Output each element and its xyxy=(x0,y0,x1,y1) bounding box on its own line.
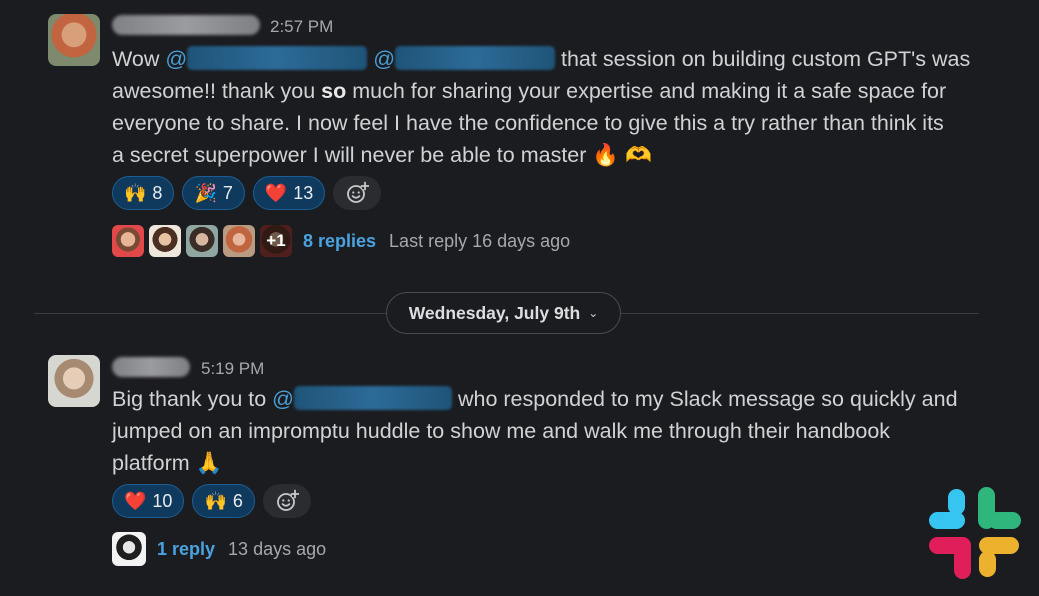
clapping-hands-icon: 🙌 xyxy=(204,491,227,511)
reaction-heart[interactable]: ❤️ 10 xyxy=(112,484,185,518)
reaction-count: 10 xyxy=(152,490,173,511)
reaction-heart[interactable]: ❤️ 13 xyxy=(252,176,326,210)
add-reaction-button[interactable] xyxy=(333,176,382,210)
thread-participant-avatar xyxy=(186,225,218,257)
replies-link[interactable]: 8 replies xyxy=(303,231,376,252)
reactions-bar: 🙌 8 🎉 7 ❤️ 13 xyxy=(112,176,382,210)
add-emoji-icon xyxy=(347,181,370,203)
message-timestamp[interactable]: 2:57 PM xyxy=(270,17,333,37)
thread-summary[interactable]: +1 8 replies Last reply 16 days ago xyxy=(112,225,570,257)
reaction-count: 7 xyxy=(222,182,233,203)
date-label: Wednesday, July 9th xyxy=(408,302,581,323)
folded-hands-emoji: 🙏 xyxy=(195,451,223,475)
author-avatar[interactable] xyxy=(48,355,100,407)
message-timestamp[interactable]: 5:19 PM xyxy=(201,359,264,379)
date-divider-line-left xyxy=(34,313,386,314)
message-text-line-4: a secret superpower I will never be able… xyxy=(112,143,652,167)
replies-link[interactable]: 1 reply xyxy=(157,539,215,560)
message-text-line-3: platform 🙏 xyxy=(112,451,223,475)
mention-2[interactable]: @ xyxy=(373,46,556,71)
message-text-line-3: everyone to share. I now feel I have the… xyxy=(112,111,944,135)
reaction-count: 8 xyxy=(152,182,163,203)
thread-participant-avatar xyxy=(112,225,144,257)
message-text-line-2: jumped on an impromptu huddle to show me… xyxy=(112,419,891,443)
date-divider-line-right xyxy=(621,313,979,314)
party-popper-icon: 🎉 xyxy=(194,183,217,203)
message-text-line-1: Wow @ @ that session on building custom … xyxy=(112,43,970,75)
thread-summary[interactable]: 1 reply 13 days ago xyxy=(112,532,326,566)
reaction-party-popper[interactable]: 🎉 7 xyxy=(182,176,245,210)
last-reply-time: Last reply 16 days ago xyxy=(389,230,571,251)
thread-participant-avatar xyxy=(112,532,146,566)
mention-1[interactable]: @ xyxy=(165,46,368,71)
clapping-hands-icon: 🙌 xyxy=(124,183,147,203)
reaction-clapping-hands[interactable]: 🙌 6 xyxy=(192,484,255,518)
reaction-count: 13 xyxy=(293,182,314,203)
reactions-bar: ❤️ 10 🙌 6 xyxy=(112,484,311,518)
add-reaction-button[interactable] xyxy=(262,484,311,518)
add-emoji-icon xyxy=(276,489,299,511)
last-reply-time: 13 days ago xyxy=(228,538,327,559)
slack-logo xyxy=(929,487,1021,579)
heart-icon: ❤️ xyxy=(264,183,288,203)
mention-1[interactable]: @ xyxy=(272,386,452,411)
mention-blurred xyxy=(395,46,556,70)
thread-participant-avatar xyxy=(149,225,181,257)
reaction-clapping-hands[interactable]: 🙌 8 xyxy=(112,176,175,210)
author-name-blurred[interactable] xyxy=(112,15,260,35)
date-divider-button[interactable]: Wednesday, July 9th ⌄ xyxy=(386,292,621,334)
message-text-line-1: Big thank you to @ who responded to my S… xyxy=(112,386,958,411)
thread-participant-avatar: +1 xyxy=(260,225,292,257)
chevron-down-icon: ⌄ xyxy=(588,306,599,320)
mention-blurred xyxy=(187,46,368,70)
author-avatar[interactable] xyxy=(48,14,100,66)
bold-text: so xyxy=(321,79,347,103)
more-participants-count: +1 xyxy=(260,225,292,257)
text-segment: that session on building custom GPT's wa… xyxy=(561,47,971,71)
text-segment: Wow xyxy=(112,47,160,71)
mention-blurred xyxy=(294,386,452,410)
author-name-blurred[interactable] xyxy=(112,357,190,377)
message-text-line-2: awesome!! thank you so much for sharing … xyxy=(112,79,947,103)
fire-heart-hands-emoji: 🔥 🫶 xyxy=(592,143,652,167)
heart-icon: ❤️ xyxy=(124,491,147,511)
reaction-count: 6 xyxy=(232,490,243,511)
thread-participant-avatar xyxy=(223,225,255,257)
